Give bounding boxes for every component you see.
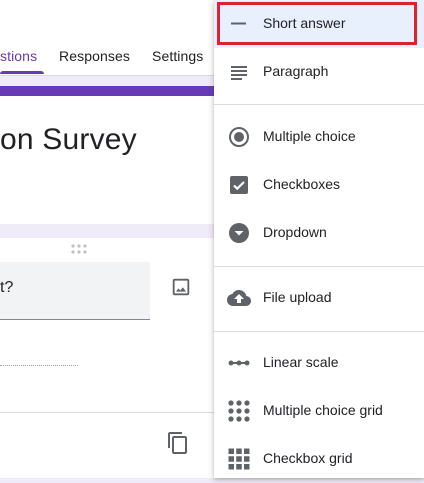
card-footer-divider [0,412,214,413]
image-icon[interactable] [170,276,192,298]
menu-item-short-answer[interactable]: Short answer [214,0,424,48]
cloud-upload-icon [227,290,251,306]
square-grid-icon [228,448,250,470]
menu-item-checkboxes[interactable]: Checkboxes [214,161,424,209]
checkbox-icon [230,176,248,194]
menu-item-linear-scale[interactable]: Linear scale [214,339,424,387]
menu-item-file-upload[interactable]: File upload [214,274,424,322]
question-type-menu: Short answer Paragraph Multiple choice C… [214,0,424,478]
menu-item-paragraph[interactable]: Paragraph [214,48,424,96]
tab-settings[interactable]: Settings [152,48,203,64]
dot-grid-icon [228,400,250,422]
menu-item-multiple-choice-grid[interactable]: Multiple choice grid [214,387,424,435]
question-title-field[interactable]: t? [0,262,150,320]
menu-divider [214,266,424,267]
menu-item-label: Multiple choice [263,128,356,144]
paragraph-icon [231,66,247,80]
short-answer-placeholder-line [0,365,78,366]
question-title-text: t? [0,279,14,296]
menu-item-label: Linear scale [263,354,339,370]
menu-item-label: Multiple choice grid [263,402,383,418]
menu-divider [214,331,424,332]
form-title[interactable]: on Survey [0,123,137,157]
linear-scale-icon [228,360,250,366]
dropdown-circle-icon [229,223,249,243]
menu-divider [214,104,424,105]
drag-handle-icon[interactable] [71,244,87,254]
menu-item-checkbox-grid[interactable]: Checkbox grid [214,435,424,483]
menu-item-label: File upload [263,289,332,305]
menu-item-label: Paragraph [263,63,329,79]
menu-item-label: Dropdown [263,224,327,240]
radio-button-icon [229,127,249,147]
menu-item-multiple-choice[interactable]: Multiple choice [214,113,424,161]
tab-questions[interactable]: stions [0,48,37,64]
menu-item-label: Checkbox grid [263,450,353,466]
copy-icon[interactable] [166,431,190,455]
menu-item-dropdown[interactable]: Dropdown [214,209,424,257]
short-answer-icon [231,22,246,25]
menu-item-label: Short answer [263,15,346,31]
tab-responses[interactable]: Responses [59,48,130,64]
active-tab-indicator [0,71,44,74]
menu-item-label: Checkboxes [263,176,341,192]
